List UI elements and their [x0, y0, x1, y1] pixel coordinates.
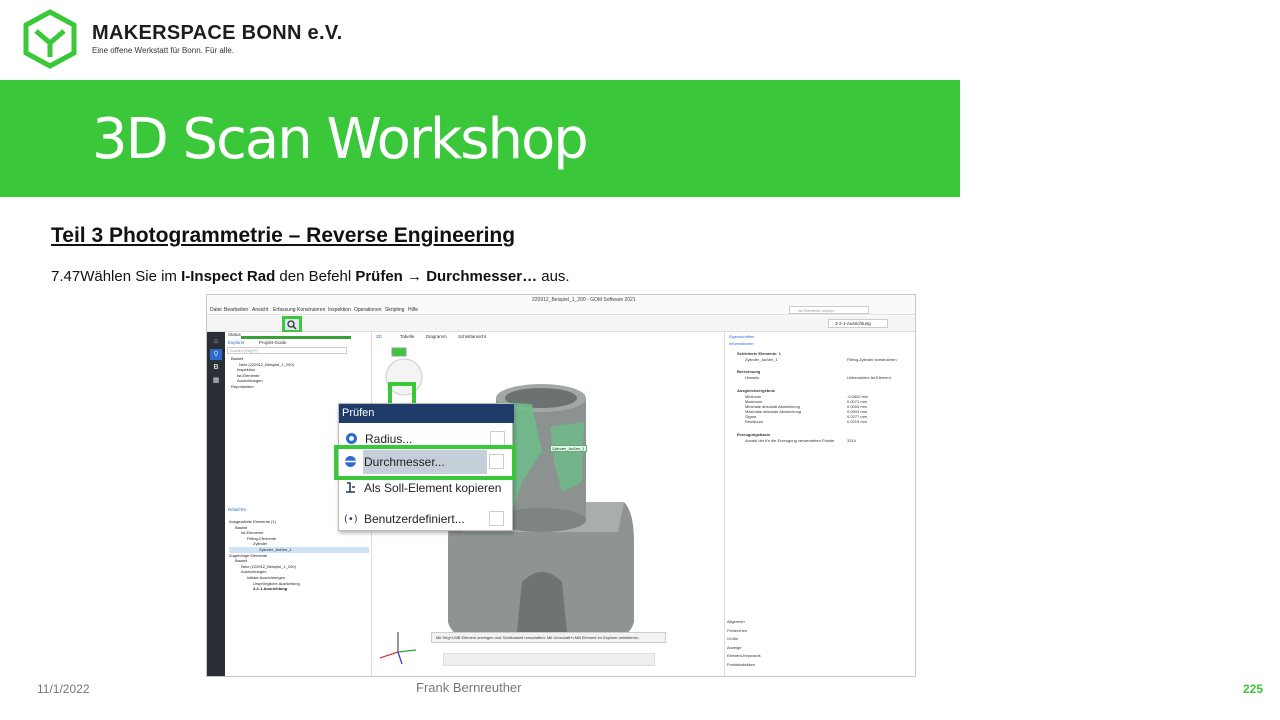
popup-header: Prüfen: [339, 404, 514, 423]
calc-label: Berechnung: [737, 369, 761, 374]
magnifier-icon: [287, 320, 297, 330]
custom-icon: (•): [344, 514, 357, 525]
explorer-tree: Bauteil Netz (220912_Beispiel_1_200) Ins…: [231, 356, 294, 390]
fit-row-value: 0.0219 mm: [847, 419, 868, 424]
menu-inspektion[interactable]: Inspektion: [328, 307, 351, 313]
org-tagline: Eine offene Werkstatt für Bonn. Für alle…: [92, 46, 234, 55]
gen-row-label: Anzahl der für die Erzeugung verwendeten…: [745, 438, 835, 443]
gen-label: Erzeugungsbasis: [737, 432, 771, 437]
tab-eigenschaften[interactable]: Eigenschaften: [729, 334, 754, 339]
hint-label: Hinweis: [745, 375, 760, 380]
org-name: MAKERSPACE BONN e.V.: [92, 22, 343, 44]
section-anzeige[interactable]: Anzeige: [727, 644, 761, 653]
menu-item-benutzerdefiniert[interactable]: (•) Benutzerdefiniert...: [338, 507, 513, 531]
section-heading: Teil 3 Photogrammetrie – Reverse Enginee…: [51, 224, 516, 247]
status-progress: [241, 336, 351, 339]
search-icon[interactable]: ⚲: [210, 349, 222, 360]
alignment-select[interactable]: 3-2-1-Ausrichtung: [828, 319, 888, 328]
fit-label: Ausgleichsergebnis: [737, 388, 776, 393]
app-window-title: 220912_Beispiel_1_200 - GOM Software 202…: [532, 297, 636, 303]
makerspace-logo: [23, 9, 77, 69]
b-icon[interactable]: B: [210, 362, 222, 373]
hint-value: Unbenutztes Ist-Element: [847, 375, 891, 380]
svg-text:(•): (•): [344, 514, 357, 525]
slide-title: 3D Scan Workshop: [92, 107, 589, 172]
tree-item[interactable]: Reportseiten: [231, 384, 294, 390]
gen-row-value: 3314: [847, 438, 856, 443]
section-element-keywords[interactable]: Element-Keywords: [727, 652, 761, 661]
bottom-toolbar: [443, 653, 655, 666]
arrow-icon: →: [407, 268, 423, 285]
inspect-wheel-button[interactable]: [282, 316, 302, 333]
element-search-input[interactable]: Ist-Elemente suchen: [789, 306, 869, 314]
selected-type: Fitting-Zylinder konstruieren: [847, 357, 897, 362]
shortcut-box: [489, 511, 504, 526]
menu-item-label: Benutzerdefiniert...: [364, 512, 465, 526]
step-text-after: aus.: [537, 268, 570, 285]
step-tool: I-Inspect Rad: [181, 268, 276, 285]
toolbar: [207, 316, 915, 332]
selected-label: Selektierte Elemente: 1: [737, 351, 781, 356]
tab-informationen[interactable]: Informationen: [729, 341, 753, 346]
properties-panel: Eigenschaften Informationen Selektierte …: [724, 332, 915, 676]
software-screenshot: 220912_Beispiel_1_200 - GOM Software 202…: [206, 294, 916, 677]
home-icon[interactable]: ⌂: [210, 336, 222, 347]
menu-bearbeiten[interactable]: Bearbeiten: [224, 307, 248, 313]
shortcut-box: [490, 431, 505, 446]
section-punktstatistiken[interactable]: Punktstatistiken: [727, 661, 761, 670]
status-label: Status: [228, 332, 241, 337]
tab-explorer[interactable]: Explorer: [228, 340, 245, 345]
menu-erfassung[interactable]: Erfassung: [273, 307, 296, 313]
footer-author: Frank Bernreuther: [416, 680, 522, 695]
grid-icon[interactable]: ▦: [210, 375, 222, 386]
step-command: Prüfen: [355, 268, 403, 285]
menu-ansicht[interactable]: Ansicht: [252, 307, 268, 313]
menu-konstruieren[interactable]: Konstruieren: [297, 307, 325, 313]
durchmesser-highlight: [334, 445, 516, 480]
section-fehlerchen[interactable]: Fehlerchen: [727, 627, 761, 636]
radius-icon: [346, 433, 357, 444]
menu-operationen[interactable]: Operationen: [354, 307, 382, 313]
section-groesse[interactable]: Größe: [727, 635, 761, 644]
menu-item-label: Als Soll-Element kopieren: [364, 481, 502, 495]
property-sections: Allgemein Fehlerchen Größe Anzeige Eleme…: [727, 618, 761, 669]
selected-name: Zylinder_Außen_1: [745, 357, 778, 362]
fit-row-label: Residuum: [745, 419, 764, 424]
menu-hilfe[interactable]: Hilfe: [408, 307, 418, 313]
tree-item[interactable]: 3-2-1-Ausrichtung: [229, 586, 369, 592]
menu-datei[interactable]: Datei: [210, 307, 222, 313]
explorer-search-input[interactable]: Suchen (Strg+F): [227, 347, 347, 354]
step-text-before: Wählen Sie im: [80, 268, 182, 285]
model-label: Zylinder_Außen_1: [550, 445, 587, 452]
footer-date: 11/1/2022: [37, 682, 90, 696]
menu-skripting[interactable]: Skripting: [385, 307, 404, 313]
tab-detail-explorer[interactable]: Detail-Ex: [228, 507, 246, 512]
copy-nominal-icon: [346, 482, 355, 493]
section-allgemein[interactable]: Allgemein: [727, 618, 761, 627]
step-instruction: 7.47Wählen Sie im I-Inspect Rad den Befe…: [51, 268, 570, 285]
menu-item-label: Radius...: [365, 432, 413, 446]
step-number: 7.47: [51, 268, 81, 285]
footer-page-number: 225: [1243, 682, 1264, 696]
step-sub-command: Durchmesser…: [426, 268, 538, 285]
tab-projekt-guide[interactable]: Projekt-Guide: [259, 340, 287, 345]
viewport-hint: Mit Strg+LMB Element anzeigen und Sichtb…: [431, 632, 666, 643]
step-text-mid: den Befehl: [275, 268, 356, 285]
left-rail: ⌂ ⚲ B ▦: [207, 332, 225, 676]
